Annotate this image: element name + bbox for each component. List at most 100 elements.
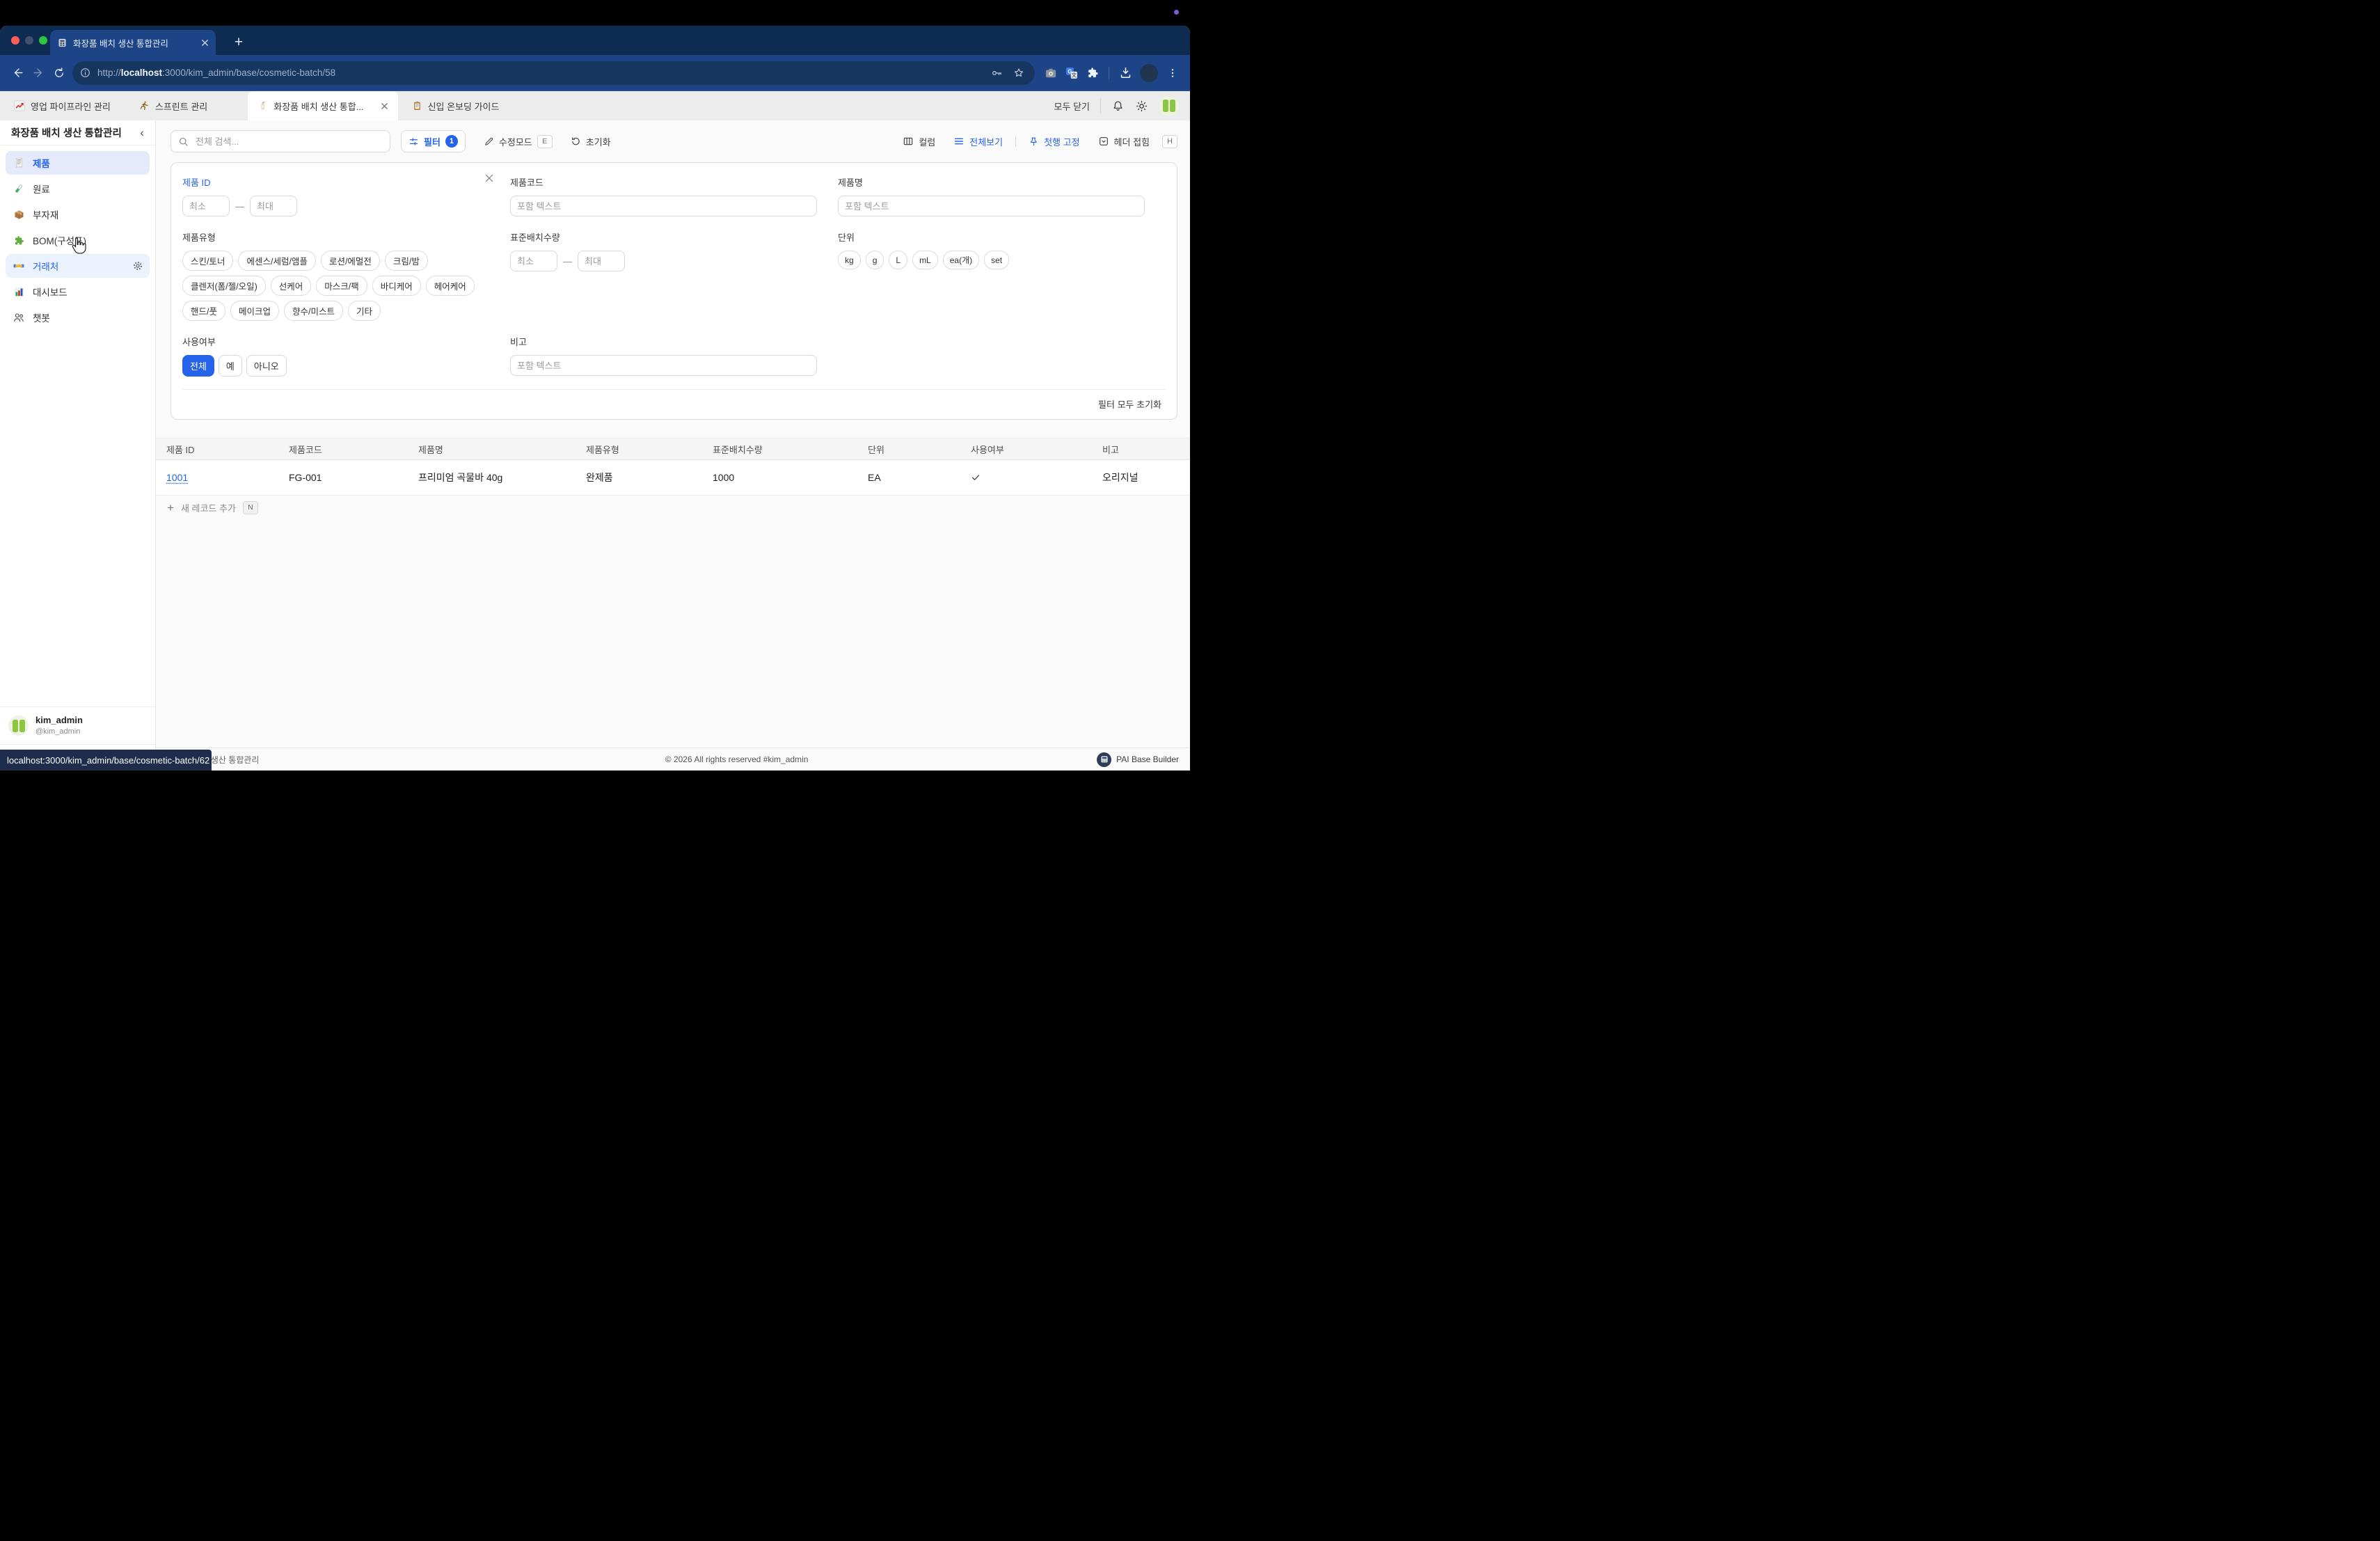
- unit-chips: kg g L mL ea(개) set: [838, 251, 1145, 269]
- package-box-icon: [12, 207, 26, 221]
- column-header[interactable]: 표준배치수량: [702, 438, 857, 459]
- product-type-chip[interactable]: 핸드/풋: [182, 301, 225, 321]
- light-mode-sun-icon[interactable]: [1135, 100, 1148, 113]
- in-use-option-yes[interactable]: 예: [218, 355, 242, 377]
- product-type-chip[interactable]: 메이크업: [230, 301, 279, 321]
- tab-close-icon[interactable]: [201, 39, 209, 47]
- sidebar-item-partners[interactable]: 거래처: [6, 254, 150, 278]
- window-controls: [11, 36, 47, 45]
- sidebar-collapse-chevron[interactable]: ‹: [137, 127, 147, 139]
- sidebar-header: 화장품 배치 생산 통합관리 ‹: [0, 120, 155, 145]
- product-type-chip[interactable]: 기타: [347, 301, 381, 321]
- screenshot-camera-icon[interactable]: [1040, 63, 1061, 84]
- search-input[interactable]: [194, 135, 383, 148]
- table-row[interactable]: 1001 FG-001 프리미엄 곡물바 40g 완제품 1000 EA 오리지…: [156, 460, 1190, 496]
- record-id-link[interactable]: 1001: [166, 472, 188, 483]
- column-header[interactable]: 제품유형: [576, 438, 702, 459]
- forward-icon[interactable]: [28, 63, 49, 84]
- unit-chip[interactable]: set: [984, 251, 1010, 269]
- sidebar-user-card[interactable]: kim_admin @kim_admin: [0, 706, 155, 744]
- workspace-logo[interactable]: [1159, 95, 1179, 116]
- unit-chip[interactable]: kg: [838, 251, 861, 269]
- reset-button[interactable]: 초기화: [571, 135, 611, 148]
- close-window-button[interactable]: [11, 36, 19, 45]
- global-search[interactable]: [170, 130, 390, 152]
- product-type-chip[interactable]: 크림/밤: [384, 251, 428, 271]
- sidebar-item-products[interactable]: 제품: [6, 151, 150, 175]
- product-type-chip[interactable]: 향수/미스트: [284, 301, 343, 321]
- product-type-chip[interactable]: 로션/에멀전: [320, 251, 380, 271]
- password-key-icon[interactable]: [987, 64, 1006, 82]
- product-type-chip[interactable]: 스킨/토너: [182, 251, 234, 271]
- gear-icon[interactable]: [132, 260, 143, 271]
- profile-avatar[interactable]: [1140, 63, 1158, 82]
- view-all-button[interactable]: 전체보기: [953, 135, 1003, 148]
- product-code-input[interactable]: [510, 196, 817, 216]
- unit-chip[interactable]: ea(개): [942, 251, 980, 269]
- extensions-puzzle-icon[interactable]: [1082, 63, 1103, 84]
- translate-icon[interactable]: G文: [1061, 63, 1082, 84]
- minimize-window-button[interactable]: [25, 36, 33, 45]
- filter-product-code: 제품코드: [510, 175, 838, 216]
- product-type-chip[interactable]: 바디케어: [372, 276, 421, 296]
- unit-chip[interactable]: g: [865, 251, 884, 269]
- fullscreen-window-button[interactable]: [39, 36, 47, 45]
- column-header[interactable]: 사용여부: [960, 438, 1092, 459]
- app-tab-sprint[interactable]: 스프린트 관리: [125, 91, 221, 120]
- sidebar-item-dashboard[interactable]: 대시보드: [6, 280, 150, 303]
- app-tab-onboarding[interactable]: 신입 온보딩 가이드: [398, 91, 514, 120]
- remove-filter-x-icon[interactable]: [485, 174, 493, 182]
- sidebar-item-raw-materials[interactable]: 원료: [6, 177, 150, 200]
- bookmark-star-icon[interactable]: [1010, 64, 1028, 82]
- note-input[interactable]: [510, 355, 817, 376]
- search-icon: [178, 136, 189, 147]
- product-id-max-input[interactable]: [250, 196, 297, 216]
- batch-qty-max-input[interactable]: [578, 251, 625, 271]
- back-icon[interactable]: [7, 63, 28, 84]
- add-record-label: 새 레코드 추가: [180, 503, 236, 514]
- column-header[interactable]: 제품코드: [278, 438, 408, 459]
- product-type-chip[interactable]: 헤어케어: [425, 276, 475, 296]
- close-all-tabs-button[interactable]: 모두 닫기: [1054, 100, 1090, 113]
- product-type-chip[interactable]: 마스크/팩: [316, 276, 367, 296]
- pin-first-row-button[interactable]: 첫행 고정: [1029, 135, 1080, 148]
- add-record-row[interactable]: + 새 레코드 추가 N: [156, 496, 1190, 519]
- filter-reset-all-button[interactable]: 필터 모두 초기화: [1098, 400, 1161, 410]
- edit-mode-button[interactable]: 수정모드 E: [484, 134, 553, 148]
- product-type-chip[interactable]: 선케어: [270, 276, 312, 296]
- address-bar[interactable]: http://localhost:3000/kim_admin/base/cos…: [72, 61, 1035, 85]
- column-header[interactable]: 단위: [857, 438, 960, 459]
- header-fold-button[interactable]: 헤더 접힘: [1098, 135, 1150, 148]
- sidebar-item-bom[interactable]: BOM(구성표): [6, 228, 150, 252]
- app-tab-sales-pipeline[interactable]: 영업 파이프라인 관리: [0, 91, 125, 120]
- app-tab-cosmetic-batch-active[interactable]: 화장품 배치 생산 통합...: [248, 91, 398, 120]
- reload-icon[interactable]: [49, 63, 70, 84]
- unit-chip[interactable]: mL: [912, 251, 938, 269]
- filter-button[interactable]: 필터 1: [401, 130, 466, 152]
- sidebar-item-packaging[interactable]: 부자재: [6, 203, 150, 226]
- browser-tab[interactable]: 화장품 배치 생산 통합관리: [50, 30, 216, 55]
- product-type-chip[interactable]: 에센스/세럼/앰플: [238, 251, 316, 271]
- in-use-option-all[interactable]: 전체: [182, 355, 214, 377]
- in-use-option-no[interactable]: 아니오: [246, 355, 287, 377]
- product-id-min-input[interactable]: [182, 196, 230, 216]
- browser-menu-kebab-icon[interactable]: [1162, 63, 1183, 84]
- batch-qty-min-input[interactable]: [510, 251, 557, 271]
- new-tab-button[interactable]: +: [230, 33, 248, 52]
- sidebar-nav: 제품 원료 부자재 BOM(구성표) 거래처 대시보드 챗봇: [0, 145, 155, 331]
- column-header[interactable]: 비고: [1092, 438, 1190, 459]
- product-name-input[interactable]: [838, 196, 1145, 216]
- app-tab-close-icon[interactable]: [381, 102, 388, 110]
- downloads-icon[interactable]: [1115, 63, 1136, 84]
- footer-brand[interactable]: PAI Base Builder: [1097, 752, 1179, 767]
- site-info-icon[interactable]: [79, 67, 91, 79]
- product-type-chip[interactable]: 클렌저(폼/젤/오일): [182, 276, 266, 296]
- unit-chip[interactable]: L: [889, 251, 908, 269]
- column-header[interactable]: 제품 ID: [156, 438, 278, 459]
- notifications-bell-icon[interactable]: [1111, 100, 1125, 113]
- url-text[interactable]: http://localhost:3000/kim_admin/base/cos…: [97, 68, 983, 78]
- app-tab-label: 영업 파이프라인 관리: [31, 101, 111, 112]
- sidebar-item-chatbot[interactable]: 챗봇: [6, 306, 150, 329]
- columns-button[interactable]: 컬럼: [903, 135, 935, 148]
- column-header[interactable]: 제품명: [408, 438, 576, 459]
